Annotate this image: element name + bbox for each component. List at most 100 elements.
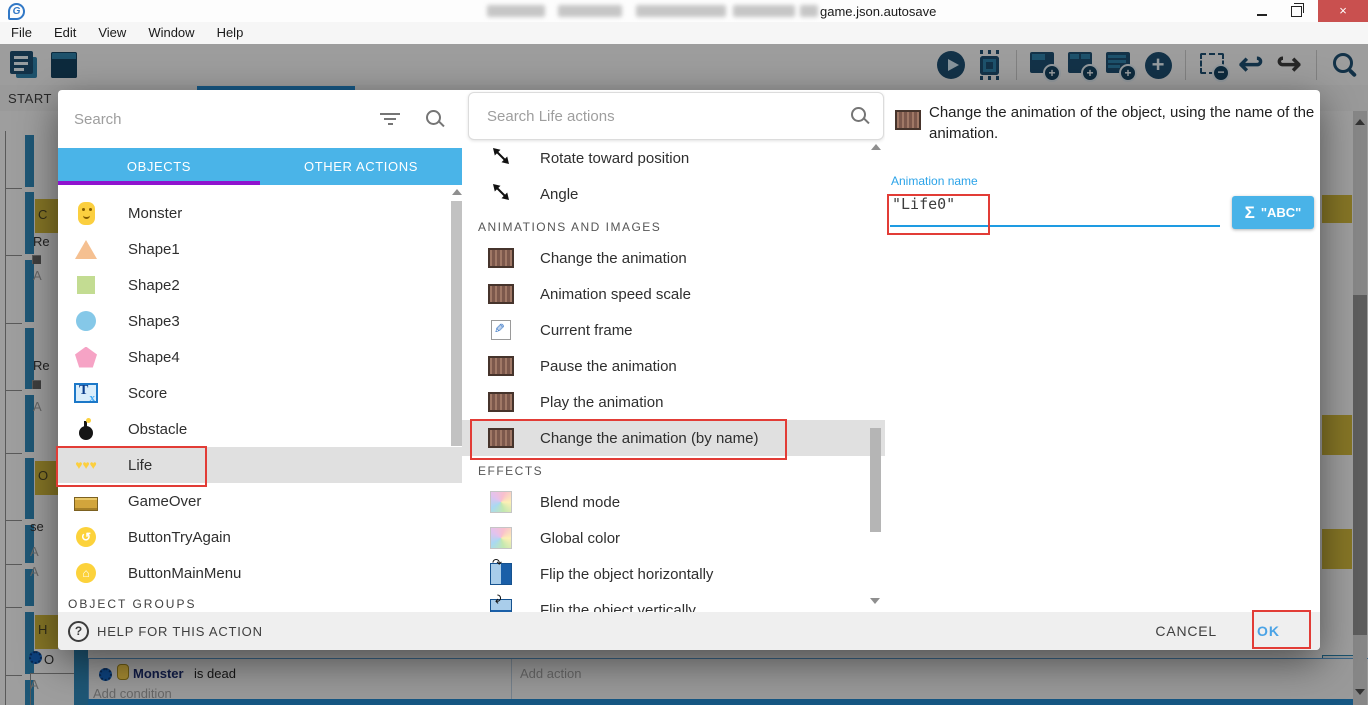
menu-window[interactable]: Window [137, 22, 205, 44]
action-item-flip-the-object-vertically[interactable]: Flip the object vertically [462, 592, 885, 612]
actions-scrollbar[interactable] [870, 144, 881, 612]
cancel-button[interactable]: CANCEL [1155, 623, 1217, 639]
objects-scrollbar[interactable] [451, 185, 462, 612]
object-icon-box [74, 347, 98, 368]
action-label: Animation speed scale [540, 286, 691, 303]
object-name: Score [128, 385, 167, 402]
menu-view[interactable]: View [87, 22, 137, 44]
home-button-icon [76, 563, 96, 583]
scroll-up-arrow[interactable] [871, 144, 881, 150]
object-name: Shape3 [128, 313, 180, 330]
menubar: FileEditViewWindowHelp [0, 22, 1368, 45]
animation-name-label: Animation name [891, 174, 978, 188]
redacted-title-segment [636, 5, 726, 17]
action-icon-box [488, 146, 514, 171]
filter-icon[interactable] [380, 113, 400, 125]
annotation-box-animation-name-value [887, 194, 990, 235]
screen: G game.json.autosave × FileEditViewWindo… [0, 0, 1368, 705]
object-item-obstacle[interactable]: Obstacle [58, 411, 462, 447]
search-icon[interactable] [426, 110, 444, 128]
action-icon-box [488, 356, 514, 376]
action-item-change-the-animation[interactable]: Change the animation [462, 240, 885, 276]
object-name: Shape4 [128, 349, 180, 366]
actions-panel: Rotate toward position AngleANIMATIONS AN… [462, 90, 885, 612]
scroll-up-arrow[interactable] [452, 189, 462, 195]
object-item-buttonmainmenu[interactable]: ButtonMainMenu [58, 555, 462, 591]
object-icon-box [74, 492, 98, 511]
object-name: GameOver [128, 493, 201, 510]
app-logo-icon: G [8, 3, 25, 20]
actions-search-input[interactable] [485, 107, 851, 126]
action-item-blend-mode[interactable]: Blend mode [462, 484, 885, 520]
action-item-animation-speed-scale[interactable]: Animation speed scale [462, 276, 885, 312]
action-item-global-color[interactable]: Global color [462, 520, 885, 556]
action-item-rotate-toward-position[interactable]: Rotate toward position [462, 140, 885, 176]
object-item-shape4[interactable]: Shape4 [58, 339, 462, 375]
action-label: Pause the animation [540, 358, 677, 375]
film-icon [488, 248, 514, 268]
object-icon-box [74, 202, 98, 225]
action-label: Rotate toward position [540, 150, 689, 167]
action-section-header: EFFECTS [462, 456, 885, 484]
object-name: Shape1 [128, 241, 180, 258]
sigma-icon: Σ [1245, 203, 1255, 223]
menu-help[interactable]: Help [206, 22, 255, 44]
expression-editor-button[interactable]: Σ "ABC" [1232, 196, 1314, 229]
film-icon [488, 284, 514, 304]
action-item-play-the-animation[interactable]: Play the animation [462, 384, 885, 420]
annotation-box-change-animation-by-name [470, 419, 787, 460]
redacted-title-segment [487, 5, 545, 17]
search-icon[interactable] [851, 107, 869, 125]
tab-other-actions[interactable]: OTHER ACTIONS [260, 148, 462, 185]
menu-file[interactable]: File [0, 22, 43, 44]
object-icon-box [74, 419, 98, 440]
action-icon-box [488, 527, 514, 549]
objects-tabs: OBJECTS OTHER ACTIONS [58, 148, 462, 185]
minimize-button[interactable] [1257, 14, 1267, 16]
objects-search-input[interactable] [72, 110, 380, 129]
object-name: ButtonTryAgain [128, 529, 231, 546]
action-item-angle[interactable]: Angle [462, 176, 885, 212]
action-label: Flip the object vertically [540, 602, 696, 613]
objects-panel: OBJECTS OTHER ACTIONS Monster Shape1 Shape… [58, 90, 462, 612]
close-button[interactable]: × [1318, 0, 1368, 22]
action-label: Play the animation [540, 394, 663, 411]
palette-icon [490, 491, 512, 513]
action-label: Current frame [540, 322, 633, 339]
object-icon-box [74, 276, 98, 294]
object-item-shape1[interactable]: Shape1 [58, 231, 462, 267]
action-icon-box [488, 248, 514, 268]
object-item-shape2[interactable]: Shape2 [58, 267, 462, 303]
action-item-flip-the-object-horizontally[interactable]: Flip the object horizontally [462, 556, 885, 592]
action-description: Change the animation of the object, usin… [929, 102, 1321, 144]
dialog-footer: ? HELP FOR THIS ACTION CANCEL OK [58, 612, 1320, 650]
help-link[interactable]: HELP FOR THIS ACTION [97, 624, 263, 639]
titlebar: G game.json.autosave × [0, 0, 1368, 23]
bomb-icon [79, 426, 93, 440]
action-icon-box [488, 491, 514, 513]
object-item-buttontryagain[interactable]: ButtonTryAgain [58, 519, 462, 555]
object-name: Monster [128, 205, 182, 222]
tab-other-actions-label: OTHER ACTIONS [304, 159, 418, 174]
scrollbar-thumb[interactable] [870, 428, 881, 532]
action-item-current-frame[interactable]: Current frame [462, 312, 885, 348]
actions-search-bar [468, 92, 884, 140]
action-label: Flip the object horizontally [540, 566, 713, 583]
palette-icon [490, 527, 512, 549]
scrollbar-thumb[interactable] [451, 201, 462, 446]
object-item-score[interactable]: Score [58, 375, 462, 411]
action-label: Blend mode [540, 494, 620, 511]
action-section-header: ANIMATIONS AND IMAGES [462, 212, 885, 240]
action-item-pause-the-animation[interactable]: Pause the animation [462, 348, 885, 384]
object-item-monster[interactable]: Monster [58, 195, 462, 231]
tab-objects[interactable]: OBJECTS [58, 148, 260, 185]
object-icon-box [74, 383, 98, 403]
action-icon-box [488, 392, 514, 412]
object-item-shape3[interactable]: Shape3 [58, 303, 462, 339]
window-controls: × [1241, 0, 1368, 22]
scroll-down-arrow[interactable] [870, 598, 880, 604]
object-item-gameover[interactable]: GameOver [58, 483, 462, 519]
restore-button[interactable] [1291, 6, 1302, 17]
menu-edit[interactable]: Edit [43, 22, 87, 44]
action-icon-box [488, 284, 514, 304]
